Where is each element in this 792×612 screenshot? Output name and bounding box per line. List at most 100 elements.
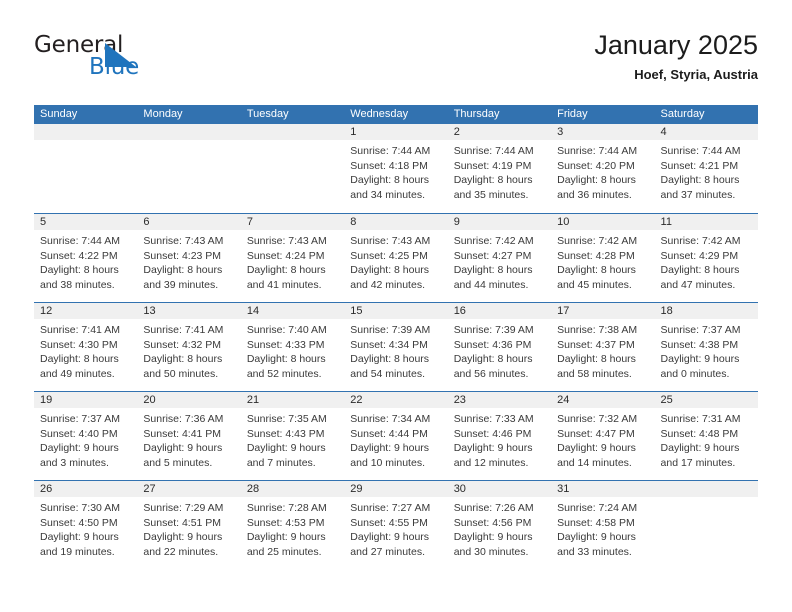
calendar-day-cell[interactable]: 31 Sunrise: 7:24 AM Sunset: 4:58 PM Dayligh…	[551, 481, 655, 569]
calendar-day-cell[interactable]: 26 Sunrise: 7:30 AM Sunset: 4:50 PM Dayligh…	[34, 481, 138, 569]
calendar-day-cell[interactable]: 13 Sunrise: 7:41 AM Sunset: 4:32 PM Dayligh…	[137, 303, 241, 391]
day-daylight1-text: Daylight: 8 hours	[350, 353, 430, 366]
day-sunrise-text: Sunrise: 7:41 AM	[40, 324, 120, 336]
day-number: 23	[447, 392, 552, 408]
calendar-day-cell[interactable]: 27 Sunrise: 7:29 AM Sunset: 4:51 PM Dayligh…	[137, 481, 241, 569]
day-daylight1-text: Daylight: 8 hours	[453, 353, 533, 366]
day-details: Sunrise: 7:31 AM Sunset: 4:48 PM Daylight:…	[655, 408, 758, 470]
day-number: 27	[137, 481, 241, 497]
calendar-page: General Blue January 2025 Hoef, Styria, …	[0, 0, 792, 612]
day-sunrise-text: Sunrise: 7:38 AM	[557, 324, 638, 336]
day-details: Sunrise: 7:42 AM Sunset: 4:27 PM Daylight:…	[448, 230, 551, 292]
calendar-day-cell[interactable]: 24 Sunrise: 7:32 AM Sunset: 4:47 PM Dayligh…	[551, 392, 655, 480]
day-daylight2-text: and 35 minutes.	[453, 188, 529, 201]
day-sunrise-text: Sunrise: 7:40 AM	[246, 324, 327, 336]
day-number: 22	[344, 392, 448, 408]
day-sunset-text: Sunset: 4:37 PM	[557, 338, 635, 351]
calendar-day-cell[interactable]: 17 Sunrise: 7:38 AM Sunset: 4:37 PM Dayligh…	[551, 303, 655, 391]
day-number: 12	[34, 303, 138, 319]
day-sunset-text: Sunset: 4:48 PM	[660, 427, 739, 440]
day-details: Sunrise: 7:41 AM Sunset: 4:32 PM Daylight:…	[137, 319, 240, 381]
calendar-day-cell[interactable]: 7 Sunrise: 7:43 AM Sunset: 4:24 PM Daylight…	[240, 214, 345, 302]
day-sunset-text: Sunset: 4:27 PM	[453, 249, 532, 262]
calendar-day-cell-empty	[654, 481, 758, 569]
calendar-day-cell[interactable]: 4 Sunrise: 7:44 AM Sunset: 4:21 PM Daylight…	[654, 124, 758, 213]
day-daylight2-text: and 50 minutes.	[143, 367, 219, 380]
day-sunrise-text: Sunrise: 7:42 AM	[660, 235, 741, 247]
day-daylight1-text: Daylight: 8 hours	[557, 264, 636, 277]
day-number: 31	[551, 481, 655, 497]
day-daylight2-text: and 22 minutes.	[143, 545, 219, 558]
day-details: Sunrise: 7:33 AM Sunset: 4:46 PM Daylight:…	[448, 408, 551, 470]
calendar-day-cell[interactable]: 28 Sunrise: 7:28 AM Sunset: 4:53 PM Dayligh…	[240, 481, 345, 569]
day-sunrise-text: Sunrise: 7:44 AM	[350, 145, 431, 157]
calendar-day-cell[interactable]: 8 Sunrise: 7:43 AM Sunset: 4:25 PM Daylight…	[344, 214, 448, 302]
day-sunrise-text: Sunrise: 7:43 AM	[246, 235, 327, 247]
day-sunset-text: Sunset: 4:29 PM	[660, 249, 739, 262]
day-sunset-text: Sunset: 4:38 PM	[660, 338, 739, 351]
day-sunset-text: Sunset: 4:40 PM	[40, 427, 118, 440]
day-sunrise-text: Sunrise: 7:42 AM	[453, 235, 534, 247]
day-details: Sunrise: 7:29 AM Sunset: 4:51 PM Daylight:…	[137, 497, 240, 559]
day-details: Sunrise: 7:34 AM Sunset: 4:44 PM Daylight:…	[344, 408, 447, 470]
calendar-week-row: 19 Sunrise: 7:37 AM Sunset: 4:40 PM Dayligh…	[34, 391, 758, 480]
day-daylight2-text: and 17 minutes.	[660, 456, 736, 469]
day-number: 13	[137, 303, 241, 319]
day-daylight1-text: Daylight: 9 hours	[40, 442, 119, 455]
day-daylight2-text: and 3 minutes.	[40, 456, 109, 469]
calendar-day-cell[interactable]: 10 Sunrise: 7:42 AM Sunset: 4:28 PM Dayligh…	[551, 214, 655, 302]
day-daylight1-text: Daylight: 8 hours	[40, 264, 119, 277]
day-number: 7	[240, 214, 345, 230]
day-sunrise-text: Sunrise: 7:37 AM	[40, 413, 120, 425]
calendar-day-cell[interactable]: 6 Sunrise: 7:43 AM Sunset: 4:23 PM Daylight…	[137, 214, 241, 302]
day-daylight1-text: Daylight: 9 hours	[557, 442, 636, 455]
calendar-day-cell[interactable]: 12 Sunrise: 7:41 AM Sunset: 4:30 PM Dayligh…	[34, 303, 138, 391]
calendar-day-cell[interactable]: 19 Sunrise: 7:37 AM Sunset: 4:40 PM Dayligh…	[34, 392, 138, 480]
calendar-day-cell[interactable]: 16 Sunrise: 7:39 AM Sunset: 4:36 PM Dayligh…	[447, 303, 552, 391]
calendar-day-cell[interactable]: 11 Sunrise: 7:42 AM Sunset: 4:29 PM Dayligh…	[654, 214, 758, 302]
day-daylight2-text: and 27 minutes.	[350, 545, 425, 558]
day-sunset-text: Sunset: 4:41 PM	[143, 427, 222, 440]
day-sunrise-text: Sunrise: 7:36 AM	[143, 413, 224, 425]
calendar-day-cell[interactable]: 14 Sunrise: 7:40 AM Sunset: 4:33 PM Dayligh…	[240, 303, 345, 391]
day-number: 9	[447, 214, 552, 230]
day-sunset-text: Sunset: 4:47 PM	[557, 427, 635, 440]
calendar-day-cell[interactable]: 9 Sunrise: 7:42 AM Sunset: 4:27 PM Daylight…	[447, 214, 552, 302]
calendar-day-cell[interactable]: 5 Sunrise: 7:44 AM Sunset: 4:22 PM Daylight…	[34, 214, 138, 302]
calendar-day-cell[interactable]: 2 Sunrise: 7:44 AM Sunset: 4:19 PM Daylight…	[447, 124, 552, 213]
day-sunset-text: Sunset: 4:34 PM	[350, 338, 428, 351]
calendar-day-cell[interactable]: 23 Sunrise: 7:33 AM Sunset: 4:46 PM Dayligh…	[447, 392, 552, 480]
page-header: General Blue January 2025 Hoef, Styria, …	[34, 28, 758, 98]
day-daylight1-text: Daylight: 8 hours	[350, 264, 430, 277]
calendar-day-cell[interactable]: 21 Sunrise: 7:35 AM Sunset: 4:43 PM Dayligh…	[240, 392, 345, 480]
day-daylight1-text: Daylight: 9 hours	[246, 531, 326, 544]
day-daylight2-text: and 41 minutes.	[246, 278, 322, 291]
day-number: 24	[551, 392, 655, 408]
day-number: 8	[344, 214, 448, 230]
day-number: 18	[654, 303, 758, 319]
day-sunrise-text: Sunrise: 7:33 AM	[453, 413, 534, 425]
calendar-day-cell[interactable]: 18 Sunrise: 7:37 AM Sunset: 4:38 PM Dayligh…	[654, 303, 758, 391]
day-daylight2-text: and 49 minutes.	[40, 367, 115, 380]
day-daylight2-text: and 36 minutes.	[557, 188, 632, 201]
day-daylight2-text: and 38 minutes.	[40, 278, 115, 291]
day-daylight1-text: Daylight: 9 hours	[143, 442, 223, 455]
generalblue-logo[interactable]: General Blue	[34, 32, 214, 94]
day-sunrise-text: Sunrise: 7:39 AM	[350, 324, 431, 336]
calendar-day-cell[interactable]: 30 Sunrise: 7:26 AM Sunset: 4:56 PM Dayligh…	[447, 481, 552, 569]
day-details: Sunrise: 7:37 AM Sunset: 4:40 PM Daylight:…	[34, 408, 137, 470]
day-number: 17	[551, 303, 655, 319]
day-sunset-text: Sunset: 4:24 PM	[246, 249, 325, 262]
page-title: January 2025	[594, 30, 758, 60]
day-sunrise-text: Sunrise: 7:41 AM	[143, 324, 224, 336]
day-daylight1-text: Daylight: 9 hours	[660, 353, 740, 366]
calendar-day-cell[interactable]: 22 Sunrise: 7:34 AM Sunset: 4:44 PM Dayligh…	[344, 392, 448, 480]
day-daylight2-text: and 54 minutes.	[350, 367, 425, 380]
calendar-day-cell[interactable]: 3 Sunrise: 7:44 AM Sunset: 4:20 PM Daylight…	[551, 124, 655, 213]
calendar-day-cell[interactable]: 1 Sunrise: 7:44 AM Sunset: 4:18 PM Daylight…	[344, 124, 448, 213]
day-details: Sunrise: 7:26 AM Sunset: 4:56 PM Daylight:…	[448, 497, 551, 559]
calendar-day-cell[interactable]: 25 Sunrise: 7:31 AM Sunset: 4:48 PM Dayligh…	[654, 392, 758, 480]
calendar-day-cell[interactable]: 20 Sunrise: 7:36 AM Sunset: 4:41 PM Dayligh…	[137, 392, 241, 480]
calendar-day-cell[interactable]: 29 Sunrise: 7:27 AM Sunset: 4:55 PM Dayligh…	[344, 481, 448, 569]
calendar-day-cell[interactable]: 15 Sunrise: 7:39 AM Sunset: 4:34 PM Dayligh…	[344, 303, 448, 391]
